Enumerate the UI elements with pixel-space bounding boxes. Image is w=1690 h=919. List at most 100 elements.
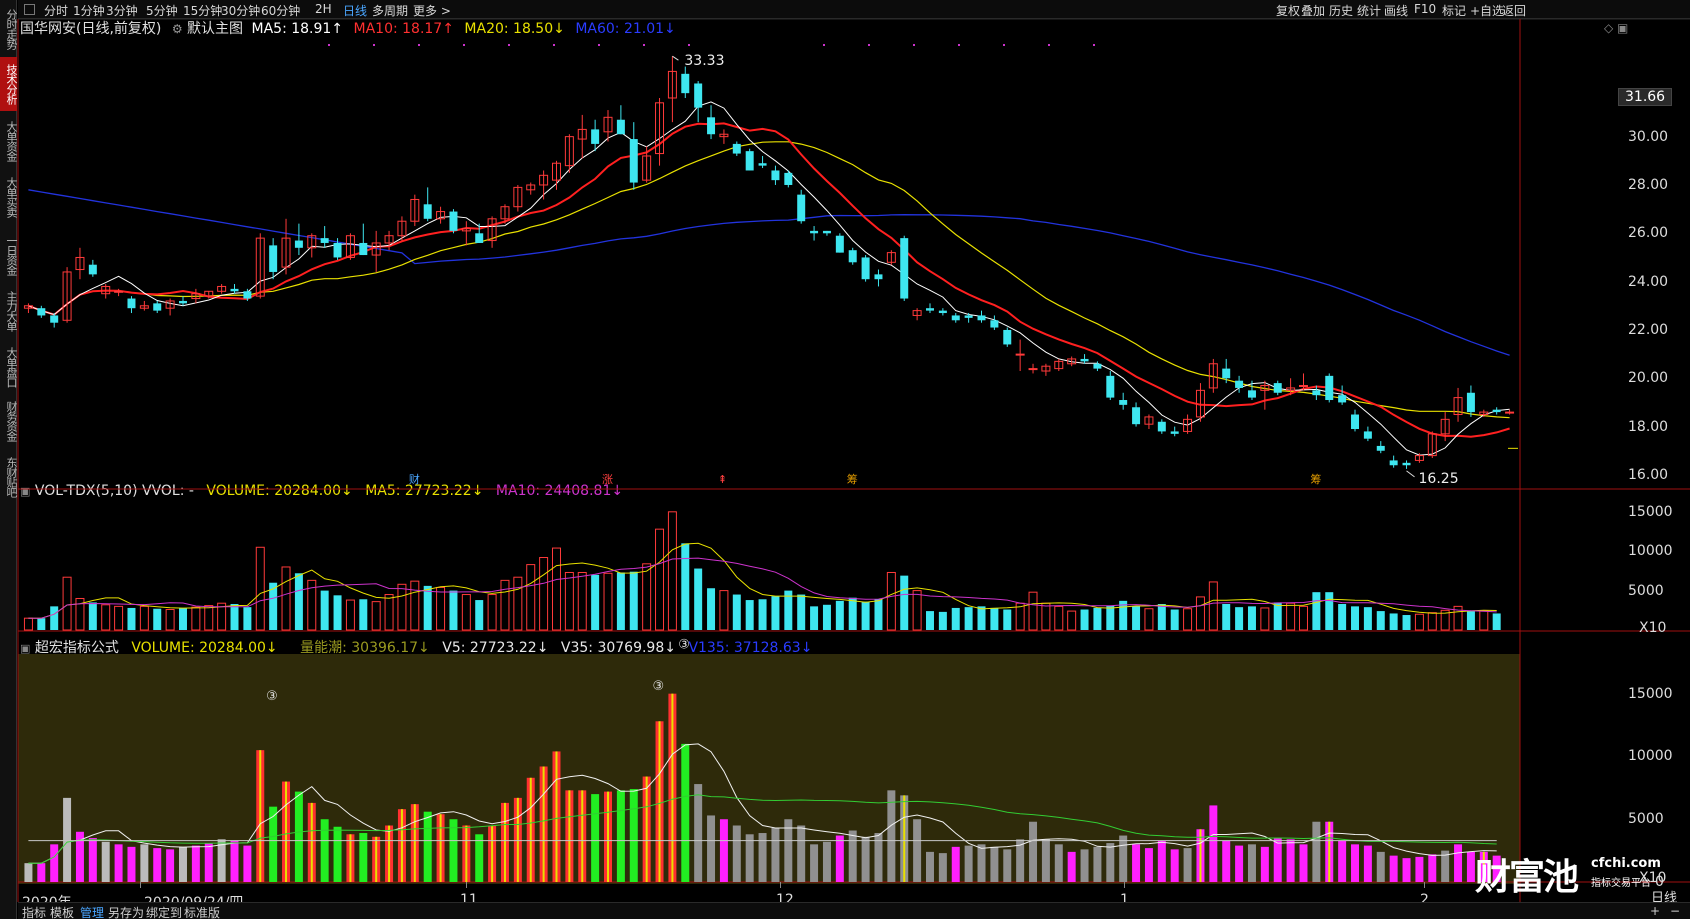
candle [1505,409,1515,415]
volume-bar [1312,592,1321,630]
candle [50,313,59,328]
candle [1054,358,1064,372]
zoom-in-button[interactable]: + [1650,904,1660,918]
candle [1260,380,1270,410]
indicator-bar [1222,840,1231,882]
indicator-bar [810,844,819,882]
volume-bar [925,611,934,630]
candle [616,105,625,135]
candle-body [951,315,960,321]
top-dot-marker [868,44,870,46]
candle [758,155,767,169]
volume-bar [1492,613,1501,630]
candle-body [1273,383,1282,393]
volume-bar [1389,613,1398,630]
volume-bar [874,599,883,630]
indicator-bar [24,863,33,882]
indicator-bar-highlight [568,790,571,882]
volume-bar [1402,615,1411,630]
indicator-bar-highlight [581,790,584,882]
volume-bar [191,606,201,631]
indicator-bar [1041,839,1050,882]
bottom-item-4[interactable]: 绑定到 [146,904,182,919]
volume-bar [912,590,922,631]
indicator-bar-highlight [310,802,313,882]
candle-body [629,139,638,183]
volume-bar [1144,608,1154,631]
volume-bar [707,588,716,630]
indicator-bar [1119,835,1128,882]
candle [1080,354,1089,364]
bottom-item-2[interactable]: 管理 [80,904,104,919]
event-mark-0: 财 [409,472,420,486]
candle-body [333,242,342,258]
indicator-bar-highlight [413,804,416,882]
volume-bar [359,599,368,630]
candle-body [114,290,124,293]
candle [1119,392,1128,410]
indicator-bar [178,846,187,882]
candle [23,303,33,314]
candle [1466,385,1475,417]
indicator-bar [861,836,870,882]
volume-bar [938,611,947,630]
indicator-bar-highlight [439,814,442,882]
candle-body [449,211,458,231]
candle-body [810,230,819,234]
candle-body [925,308,934,311]
indicator-bar [1351,844,1360,882]
top-dot-marker [598,44,600,46]
volume-bar [886,571,896,631]
volume-bar [423,585,432,630]
ma5-line [28,101,1510,456]
indicator-bar [784,819,793,882]
top-dot-marker [1048,44,1050,46]
ind-tick-1: 10000 [1628,748,1673,765]
zoom-out-button[interactable]: − [1670,904,1680,918]
indicator-bar [1106,843,1115,882]
bottom-item-1[interactable]: 模板 [50,904,74,919]
candle [436,206,446,224]
kline-chart[interactable]: ③ ③ ③ 33.33 16.25 财 涨 ⇞ 筹 筹 [0,0,1690,919]
candle-body [1312,390,1321,396]
top-dot-marker [688,44,690,46]
volume-bar [616,572,625,630]
bottom-item-5[interactable]: 标准版 [184,904,220,919]
bottom-item-3[interactable]: 另存为 [108,904,144,919]
candle [1376,441,1385,454]
volume-bar [320,590,329,630]
indicator-bar [50,844,59,882]
price-tick-1: 28.00 [1628,176,1669,193]
indicator-bar [114,844,123,882]
volume-bar [1338,604,1347,630]
indicator-bar [153,848,162,882]
circle-mark-0: ③ [266,689,278,704]
time-tick-4 [1424,882,1425,888]
volume-bar [564,571,574,631]
volume-bar [1028,591,1038,631]
candle-body [681,73,690,94]
candle-body [153,303,162,311]
indicator-bar [771,828,780,882]
candle [230,284,239,294]
candle [127,296,136,314]
price-tick-3: 24.00 [1628,273,1669,290]
indicator-bar [707,815,716,882]
indicator-bar [1003,849,1012,882]
indicator-bar [681,743,690,882]
vol-tick-1: 10000 [1628,543,1673,560]
candle-body [1389,460,1398,466]
indicator-bar [230,840,239,882]
indicator-bar-highlight [671,693,674,882]
candle [1363,426,1372,442]
candle [797,189,806,224]
indicator-bar-highlight [259,750,262,882]
volume-bar [230,604,239,630]
indicator-bar [1029,821,1038,882]
ma60-line [28,189,1510,356]
indicator-bar-highlight [542,766,545,882]
bottom-item-0[interactable]: 指标 [22,904,46,919]
volume-bar [900,575,909,630]
candle [900,235,909,301]
indicator-bar [294,791,303,882]
